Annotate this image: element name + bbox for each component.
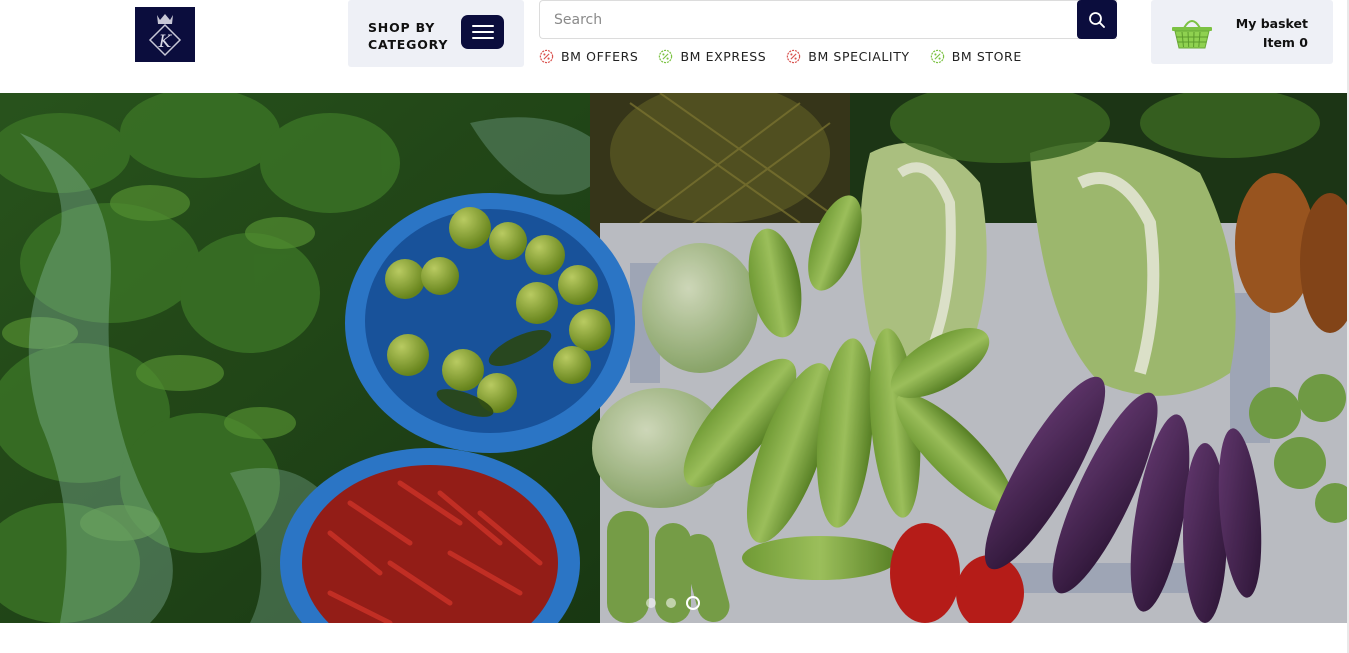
percent-badge-icon — [930, 49, 944, 63]
carousel-indicators — [646, 596, 700, 610]
carousel-dot-1[interactable] — [646, 598, 656, 608]
quick-link-label: BM STORE — [951, 48, 1022, 64]
quick-link-bm-express[interactable]: BM EXPRESS — [658, 49, 766, 64]
hamburger-menu-icon — [471, 25, 494, 27]
carousel-dot-3[interactable] — [686, 596, 700, 610]
shop-by-category[interactable]: SHOP BY CATEGORY — [348, 0, 524, 67]
basket-button[interactable]: My basket Item 0 — [1151, 0, 1333, 64]
crown-diamond-logo-icon: K — [148, 13, 182, 56]
site-logo[interactable]: K — [135, 7, 195, 62]
shop-by-category-label: SHOP BY CATEGORY — [368, 20, 449, 52]
percent-badge-icon — [787, 49, 801, 63]
carousel-dot-2[interactable] — [666, 598, 676, 608]
search-input[interactable] — [540, 1, 1077, 38]
percent-badge-icon — [539, 49, 554, 63]
hero-banner[interactable] — [0, 93, 1347, 623]
quick-link-bm-store[interactable]: BM STORE — [930, 49, 1022, 64]
basket-icon — [1172, 20, 1212, 49]
quick-link-label: BM SPECIALITY — [808, 48, 910, 64]
basket-title: My basket — [1235, 16, 1308, 31]
vegetable-market-image — [0, 93, 1347, 623]
percent-badge-icon — [659, 49, 673, 63]
basket-item-count: Item 0 — [1262, 35, 1308, 50]
search-icon — [1089, 11, 1105, 28]
search-button[interactable] — [1077, 0, 1117, 39]
quick-link-bm-offers[interactable]: BM OFFERS — [539, 49, 638, 64]
page: K SHOP BY CATEGORY BM OFFERS — [0, 0, 1349, 653]
quick-link-label: BM EXPRESS — [680, 48, 767, 64]
logo-letter: K — [158, 32, 173, 52]
quick-links: BM OFFERS BM EXPRESS BM SPECIALITY BM ST… — [539, 47, 1042, 65]
quick-link-label: BM OFFERS — [561, 48, 639, 64]
hamburger-menu-button[interactable] — [461, 15, 504, 49]
search-bar — [539, 0, 1117, 39]
quick-link-bm-speciality[interactable]: BM SPECIALITY — [786, 49, 909, 64]
